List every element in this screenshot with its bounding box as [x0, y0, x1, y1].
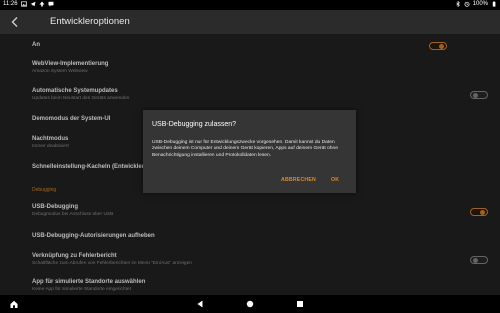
- alarm-icon: [464, 1, 470, 7]
- dialog-body: USB-Debugging ist nur für Entwicklungszw…: [152, 140, 338, 158]
- back-icon[interactable]: [195, 299, 205, 309]
- navigation-bar: [0, 295, 500, 313]
- back-arrow-icon[interactable]: [9, 16, 21, 28]
- cancel-button[interactable]: ABBRECHEN: [281, 177, 316, 183]
- square-recents-icon[interactable]: [295, 299, 305, 309]
- telegram-icon: [30, 1, 36, 7]
- arrow-up-icon: [39, 1, 45, 7]
- ok-button[interactable]: OK: [331, 177, 339, 183]
- battery-icon: [491, 1, 497, 7]
- message-icon: [48, 1, 54, 7]
- dialog-title: USB-Debugging zulassen?: [152, 121, 237, 128]
- image-icon: [20, 1, 27, 7]
- app-bar: Entwickleroptionen: [0, 10, 500, 34]
- usb-debugging-dialog: USB-Debugging zulassen? USB-Debugging is…: [143, 110, 356, 193]
- home-icon[interactable]: [9, 299, 19, 309]
- status-time: 11:26: [3, 1, 18, 7]
- page-title: Entwickleroptionen: [50, 16, 130, 27]
- bluetooth-icon: [455, 1, 461, 7]
- status-bar: 11:26 100%: [0, 0, 500, 10]
- circle-home-icon[interactable]: [245, 299, 255, 309]
- battery-percent: 100%: [472, 1, 488, 7]
